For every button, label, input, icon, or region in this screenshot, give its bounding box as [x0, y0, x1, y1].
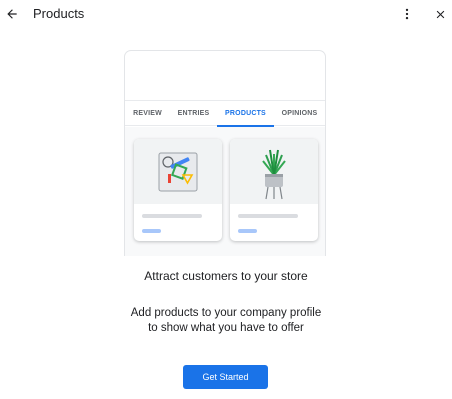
preview-product-card	[230, 139, 318, 241]
top-bar: Products	[0, 0, 452, 30]
products-preview-illustration: REVIEW ENTRIES PRODUCTS OPINIONS	[124, 50, 326, 256]
card-image-area	[230, 139, 318, 204]
preview-product-card	[134, 139, 222, 241]
promo-description-line-2: to show what you have to offer	[148, 322, 304, 334]
preview-header-area	[125, 51, 325, 101]
potted-plant-icon	[262, 149, 286, 200]
page-title: Products	[33, 6, 85, 21]
placeholder-link-line	[238, 229, 257, 233]
more-vert-icon	[405, 8, 409, 20]
get-started-button[interactable]: Get Started	[183, 365, 268, 389]
arrow-back-icon	[7, 9, 17, 19]
card-image-area	[134, 139, 222, 204]
preview-cards-area	[125, 127, 325, 256]
close-button[interactable]	[431, 5, 449, 23]
placeholder-text-line	[142, 214, 202, 218]
placeholder-text-line	[238, 214, 298, 218]
tab-review: REVIEW	[133, 110, 162, 117]
more-options-button[interactable]	[398, 5, 416, 23]
promo-description: Add products to your company profile to …	[0, 306, 452, 336]
promo-description-line-1: Add products to your company profile	[130, 307, 322, 319]
promo-heading: Attract customers to your store	[144, 269, 308, 283]
preview-tab-bar: REVIEW ENTRIES PRODUCTS OPINIONS	[125, 101, 325, 127]
back-button[interactable]	[3, 5, 21, 23]
tab-products: PRODUCTS	[217, 101, 274, 127]
tab-entries: ENTRIES	[177, 110, 210, 117]
placeholder-link-line	[142, 229, 161, 233]
shapes-icon	[158, 152, 198, 192]
tab-opinions: OPINIONS	[281, 110, 318, 117]
close-icon	[436, 10, 444, 18]
